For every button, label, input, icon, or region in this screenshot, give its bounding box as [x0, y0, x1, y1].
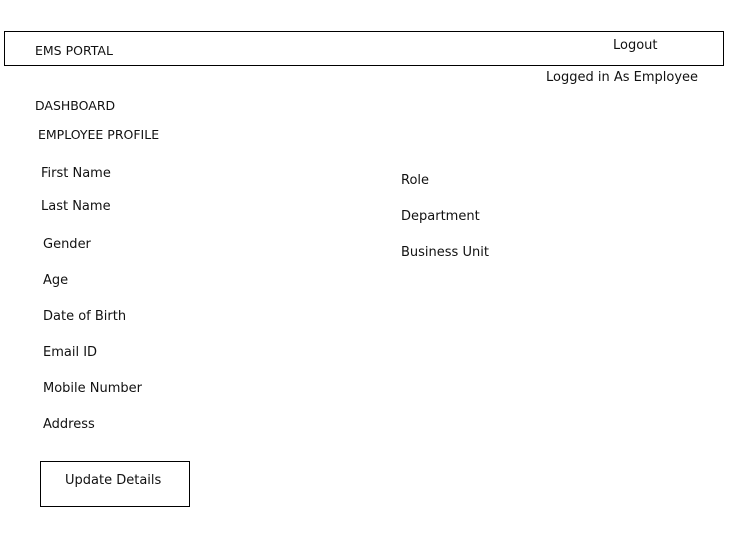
address-label: Address: [43, 417, 95, 432]
app-title: EMS PORTAL: [35, 43, 113, 58]
age-label: Age: [43, 273, 69, 288]
department-label: Department: [401, 209, 480, 224]
update-details-button[interactable]: Update Details: [40, 461, 190, 507]
gender-label: Gender: [43, 237, 91, 252]
mobile-number-label: Mobile Number: [43, 381, 142, 396]
last-name-label: Last Name: [41, 199, 111, 214]
employee-profile-title: EMPLOYEE PROFILE: [38, 127, 160, 142]
date-of-birth-label: Date of Birth: [43, 309, 127, 324]
logged-in-status: Logged in As Employee: [546, 70, 699, 85]
dashboard-link[interactable]: DASHBOARD: [35, 98, 115, 114]
update-details-label: Update Details: [65, 473, 162, 488]
logout-link[interactable]: Logout: [613, 38, 658, 54]
role-label: Role: [401, 173, 430, 188]
first-name-label: First Name: [41, 166, 111, 181]
business-unit-label: Business Unit: [401, 245, 489, 260]
email-id-label: Email ID: [43, 345, 98, 360]
